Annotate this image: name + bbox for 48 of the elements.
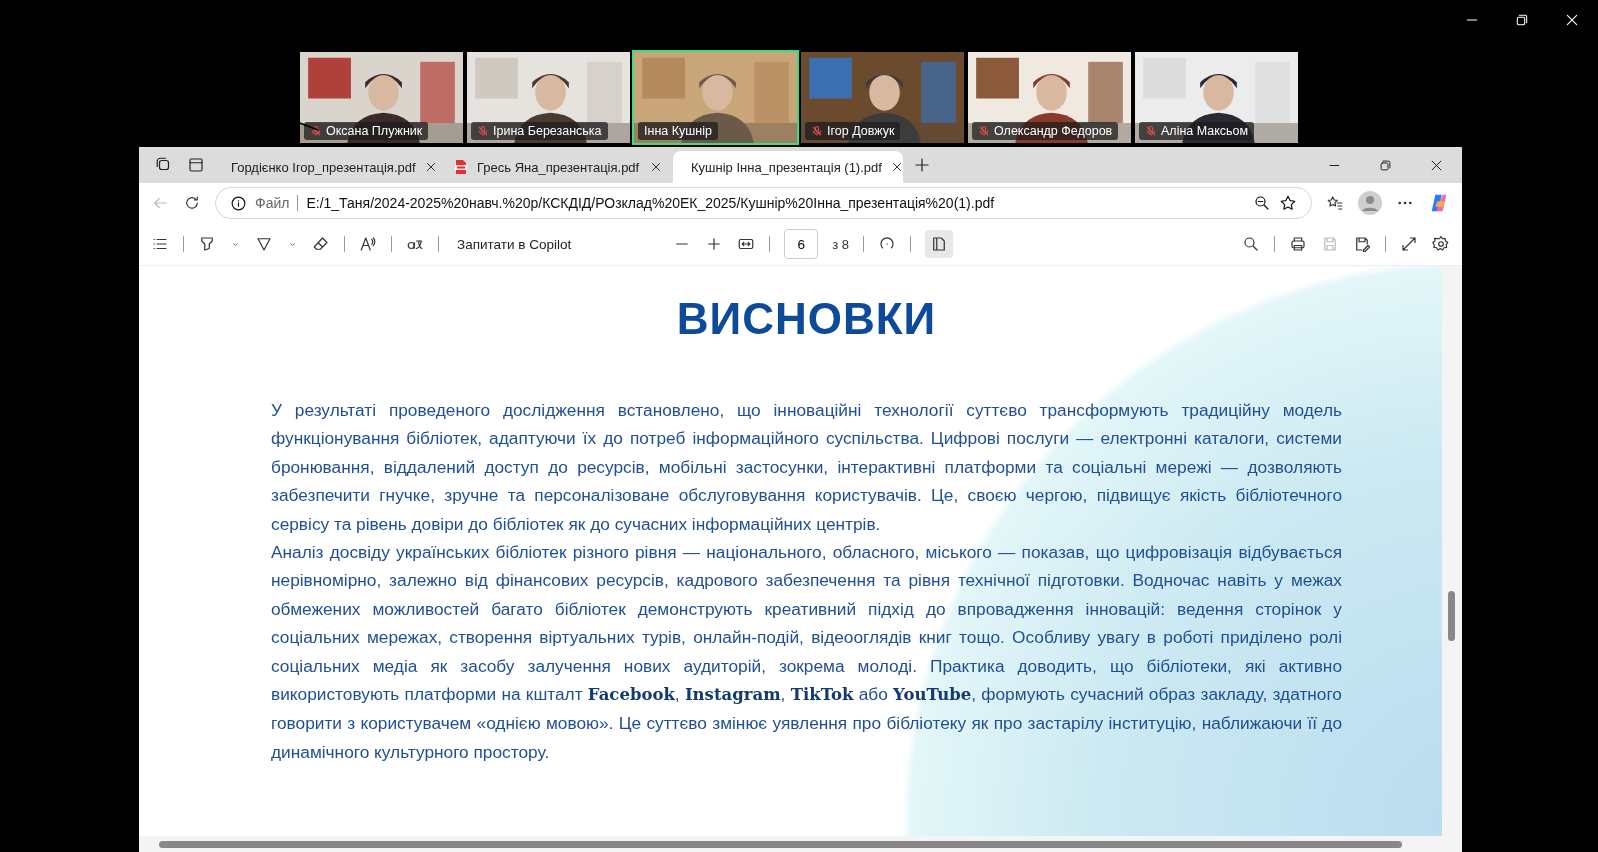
read-aloud-icon[interactable] [359,235,377,253]
zoom-out-icon[interactable] [1253,194,1271,212]
favorites-icon[interactable] [1326,194,1344,212]
participant-name: Ігор Довжук [805,122,901,140]
page-view-icon[interactable] [930,235,948,253]
vertical-tabs-icon[interactable] [187,156,205,174]
favorite-star-icon[interactable] [1279,194,1297,212]
video-tile[interactable]: Ігор Довжук [799,50,966,145]
new-tab-icon[interactable] [913,156,931,174]
participant-name: Оксана Плужник [304,122,429,140]
horizontal-scrollbar[interactable] [159,841,1402,848]
browser-tab[interactable]: Гордієнко Ігор_презентація.pdf [213,151,443,183]
eraser-icon[interactable] [312,235,330,253]
video-tile[interactable]: Оксана Плужник [298,50,465,145]
participant-name: Олександр Федоров [972,122,1119,140]
paragraph: Аналіз досвіду українських бібліотек різного рівня — національного, обласного, міського — показав, що цифровізація відбувається нерівномірно, залежно від фінансових ресурсів, кадрового забезпечення та рівня технічної підготовки. Водночас навіть у межах обмежених можливостей багато бібліотек демонструють креативний підхід до впровадження інновацій: ведення сторінок у соціальних мережах, створення віртуальних турів, онлайн-подій, відеооглядів книг тощо. Особливу увагу в роботі приділено ролі соціальних медіа як засобу залучення нових аудиторій, зокрема молоді. Практика доводить, що бібліотеки, які активно використовують платформи на кшталт Facebook, Instagram, TikTok або YouTube, формують сучасний образ закладу, здатного говорити з користувачем «однією мовою». Це суттєво змінює уявлення про бібліотеку як про застарілу інституцію, наближаючи її до динамічного культурного простору. [271,541,1342,764]
slide-title: ВИСНОВКИ [675,294,938,344]
browser-tab[interactable]: Кушнір Інна_презентація (1).pdf [673,151,903,183]
restore-icon[interactable] [1514,12,1530,28]
vertical-scrollbar[interactable] [1448,591,1455,641]
video-tile[interactable]: Аліна Максьом [1133,50,1300,145]
refresh-icon[interactable] [183,194,201,212]
url-text: E:/1_Таня/2024-2025%20навч.%20р/КСКДІД/РОзклад%20ЕК_2025/Кушнір%20Інна_презентація%20(1).pdf [306,195,995,211]
profile-avatar[interactable] [1358,191,1382,215]
print-icon[interactable] [1289,235,1307,253]
page-total: з 8 [832,236,849,252]
restore-icon[interactable] [1378,157,1393,173]
participant-name: Аліна Максьом [1139,122,1255,140]
info-icon [230,194,247,212]
paragraph: У результаті проведеного дослідження встановлено, що інноваційні технології суттєво трансформують традиційну модель функціонування бібліотек, адаптуючи їх до потреб інформаційного суспільства. Цифрові послуги — електронні каталоги, системи бронювання, віддалений доступ до ресурсів, мобільні застосунки, інтерактивні платформи та соціальні мережі — дозволяють забезпечити гнучке, зручне та персоналізоване обслуговування користувачів. Це, своєю чергою, підвищує якість бібліотечного сервісу та рівень довіри до бібліотек як до сучасних інформаційних центрів. [271,399,1342,536]
browser-tab[interactable]: Гресь Яна_презентація.pdf [443,151,673,183]
ask-copilot-button[interactable]: Запитати в Copilot [453,232,576,256]
participant-name: Інна Кушнір [638,122,718,140]
participant-name: Ірина Березанська [471,122,608,140]
search-icon[interactable] [1242,235,1260,253]
scheme-label: Файл [255,195,290,211]
settings-icon[interactable] [1432,235,1450,253]
save-as-icon[interactable] [1353,235,1371,253]
video-tile[interactable]: Інна Кушнір [632,50,799,145]
page-number-field[interactable]: 6 [784,229,819,259]
video-tile[interactable]: Ірина Березанська [465,50,632,145]
fullscreen-icon[interactable] [1400,235,1418,253]
highlight-icon[interactable] [198,235,216,253]
pdf-file-icon [453,159,469,175]
close-icon[interactable] [649,160,663,174]
video-tile[interactable]: Олександр Федоров [966,50,1133,145]
close-icon[interactable] [1564,12,1580,28]
draw-icon[interactable] [255,235,273,253]
